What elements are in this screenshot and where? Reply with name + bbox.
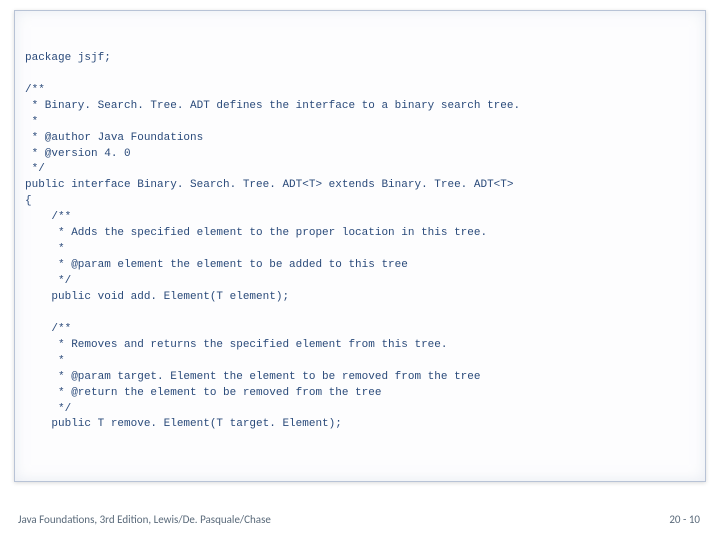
footer-citation: Java Foundations, 3rd Edition, Lewis/De.… <box>18 513 271 526</box>
code-block: package jsjf; /** * Binary. Search. Tree… <box>14 10 706 482</box>
slide-number: 20 - 10 <box>669 513 700 526</box>
code-content: package jsjf; /** * Binary. Search. Tree… <box>25 51 695 434</box>
